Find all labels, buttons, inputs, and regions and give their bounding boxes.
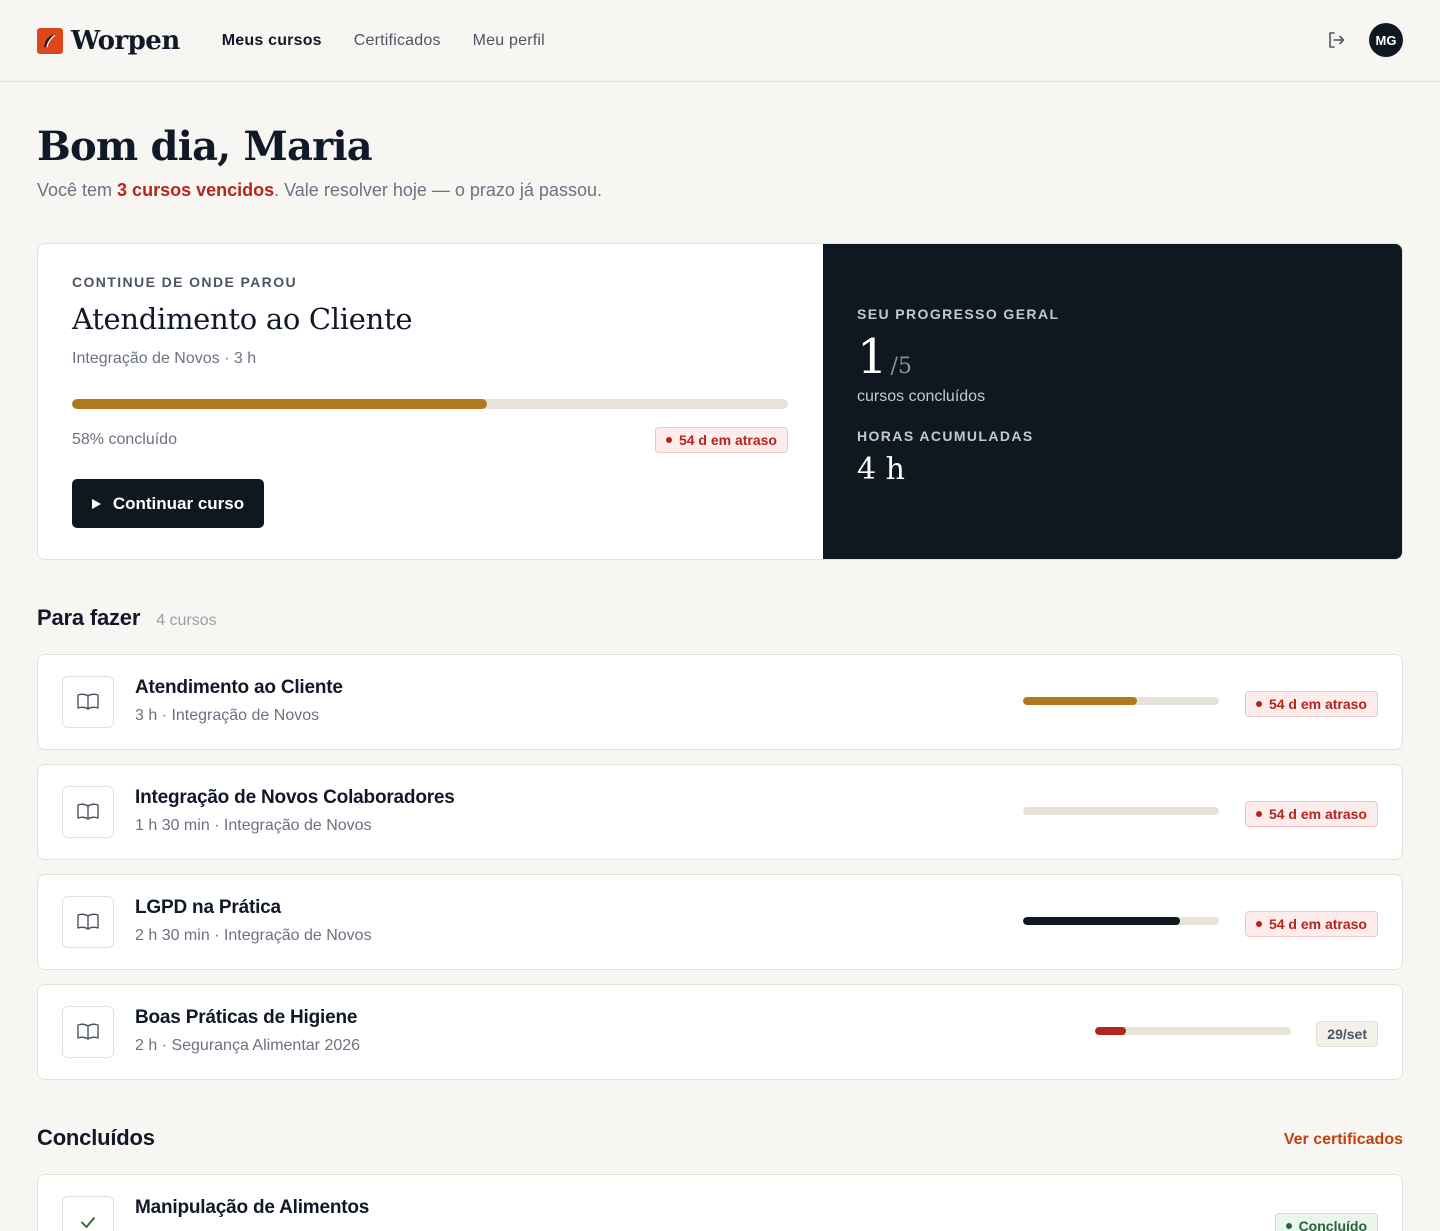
continue-progress-bar [72,399,788,409]
course-progress-bar [1095,1027,1291,1035]
continue-course-title: Atendimento ao Cliente [72,302,413,336]
continue-eyebrow: CONTINUE DE ONDE PAROU [72,274,297,290]
course-meta: 1 h 30 min · Integração de Novos [135,817,372,834]
brand-name: Worpen [71,25,180,56]
continue-course-button[interactable]: Continuar curso [72,479,264,528]
dot-icon [665,437,672,443]
completed-label: cursos concluídos [857,388,986,405]
course-progress-bar [1023,697,1219,705]
page-title: Bom dia, Maria [37,123,373,170]
view-certificates-link[interactable]: Ver certificados [1284,1131,1403,1149]
course-progress-fill [1095,1027,1127,1035]
status-badge: 54 d em atraso [654,427,788,453]
hours-eyebrow: HORAS ACUMULADAS [857,428,1034,444]
hours-value: 4 h [857,452,905,487]
completed-count: 1 [857,329,888,385]
greeting-message: Você tem 3 cursos vencidos. Vale resolve… [37,180,602,201]
course-card[interactable]: LGPD na Prática 2 h 30 min · Integração … [37,874,1403,970]
avatar[interactable]: MG [1369,23,1403,57]
course-card[interactable]: Integração de Novos Colaboradores 1 h 30… [37,764,1403,860]
greeting-post: . Vale resolver hoje — o prazo já passou… [274,180,602,200]
completed-badge-label: Concluído [1298,1218,1367,1231]
book-icon [62,1006,114,1058]
dot-icon [1255,701,1262,707]
nav-meu-perfil[interactable]: Meu perfil [473,32,545,50]
nav-meus-cursos[interactable]: Meus cursos [222,32,322,50]
status-badge-label: 54 d em atraso [1268,696,1367,712]
course-progress-bar [1023,917,1219,925]
status-badge: 54 d em atraso [1244,911,1378,937]
main-nav: Meus cursos Certificados Meu perfil [222,32,545,50]
course-progress-fill [1023,917,1180,925]
course-title: Manipulação de Alimentos [135,1197,370,1218]
greeting-pre: Você tem [37,180,118,200]
status-badge: 54 d em atraso [1244,801,1378,827]
status-badge-label: 54 d em atraso [678,432,777,448]
play-icon [91,498,101,509]
logout-icon[interactable] [1325,29,1347,51]
continue-meta: 58% concluído 54 d em atraso [72,427,788,453]
completed-badge: Concluído [1274,1213,1378,1231]
todo-section-header: Para fazer 4 cursos [37,605,217,631]
total-count: /5 [890,354,912,379]
greeting: Bom dia, Maria Você tem 3 cursos vencido… [37,122,602,201]
continue-card: CONTINUE DE ONDE PAROU Atendimento ao Cl… [37,243,1403,560]
check-icon [62,1196,114,1231]
course-meta: 2 h · Segurança Alimentar 2026 [135,1037,361,1054]
course-meta: 2 h 30 min · Integração de Novos [135,927,372,944]
continue-course-button-label: Continuar curso [112,493,245,513]
course-card[interactable]: Atendimento ao Cliente 3 h · Integração … [37,654,1403,750]
course-card[interactable]: Manipulação de Alimentos Concluído [37,1174,1403,1231]
continue-panel: CONTINUE DE ONDE PAROU Atendimento ao Cl… [38,244,823,559]
book-icon [62,786,114,838]
status-badge-label: 54 d em atraso [1268,916,1367,932]
nav-certificados[interactable]: Certificados [354,32,441,50]
due-date-badge: 29/set [1316,1021,1378,1047]
status-badge: 54 d em atraso [1244,691,1378,717]
book-icon [62,896,114,948]
course-title: Boas Práticas de Higiene [135,1007,358,1028]
header-actions: MG [1325,23,1403,57]
overall-progress-panel: SEU PROGRESSO GERAL 1 /5 cursos concluíd… [823,244,1402,559]
course-title: Integração de Novos Colaboradores [135,787,455,808]
brand-logo-icon [37,27,63,54]
todo-title: Para fazer [37,605,141,630]
book-icon [62,676,114,728]
course-meta: 3 h · Integração de Novos [135,707,320,724]
dot-icon [1255,921,1262,927]
top-bar: Worpen Meus cursos Certificados Meu perf… [0,0,1440,82]
course-title: LGPD na Prática [135,897,281,918]
overall-eyebrow: SEU PROGRESSO GERAL [857,306,1060,322]
done-title: Concluídos [37,1125,155,1150]
done-section-header: Concluídos [37,1125,155,1151]
course-progress-bar [1023,807,1219,815]
overdue-count: 3 cursos vencidos [117,180,275,200]
course-card[interactable]: Boas Práticas de Higiene 2 h · Segurança… [37,984,1403,1080]
course-title: Atendimento ao Cliente [135,677,343,698]
continue-course-subtitle: Integração de Novos · 3 h [72,350,257,367]
continue-progress-label: 58% concluído [72,431,177,448]
overall-count: 1 /5 [857,332,1368,382]
continue-progress-fill [72,399,488,409]
brand[interactable]: Worpen [37,26,180,56]
course-progress-fill [1023,697,1137,705]
dot-icon [1285,1223,1292,1229]
status-badge-label: 54 d em atraso [1268,806,1367,822]
dot-icon [1255,811,1262,817]
todo-count: 4 cursos [156,612,217,629]
